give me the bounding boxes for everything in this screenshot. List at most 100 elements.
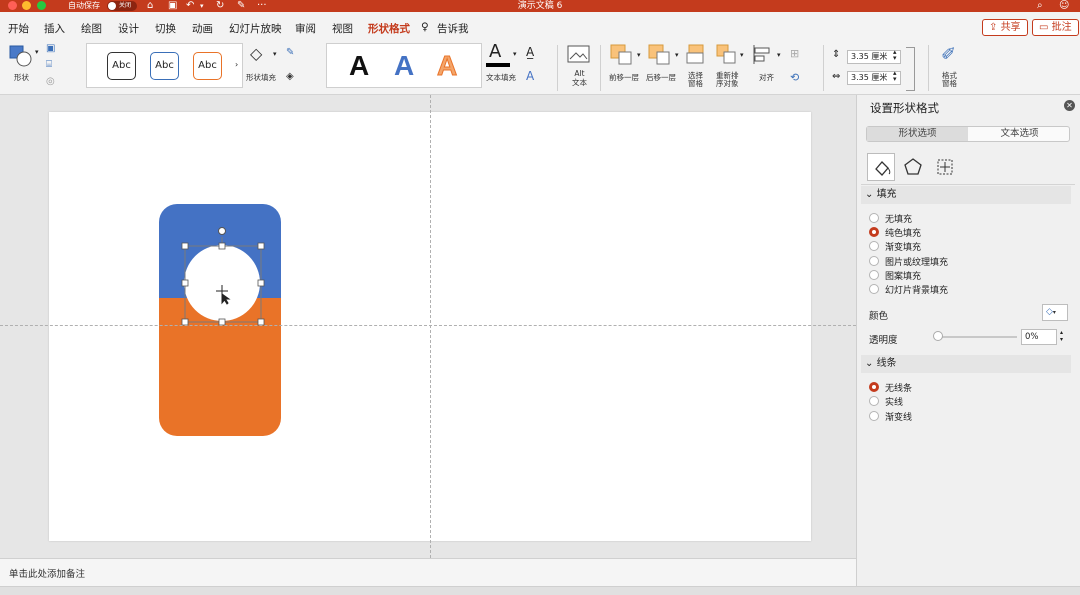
comment-button[interactable]: ▭ 批注	[1032, 19, 1079, 36]
account-icon[interactable]: ☺	[1059, 0, 1069, 12]
text-fill-label: 文本填充	[486, 73, 516, 82]
share-icon: ⇪	[989, 22, 1001, 33]
chevron-down-icon: ⌄	[865, 189, 877, 200]
text-fill-dropdown-icon[interactable]: ▾	[513, 50, 517, 58]
edit-shape-icon[interactable]: ⌸	[46, 59, 52, 70]
transparency-stepper[interactable]: ▴ ▾	[1060, 329, 1063, 343]
bring-forward-icon[interactable]	[610, 44, 634, 66]
ribbon-divider	[823, 45, 824, 91]
ribbon-divider	[557, 45, 558, 91]
text-effects-icon[interactable]: A	[526, 69, 534, 83]
alt-text-icon[interactable]	[567, 45, 591, 65]
height-stepper[interactable]: ▴ ▾	[893, 49, 897, 62]
gallery-more-icon[interactable]: ›	[235, 60, 238, 69]
rotation-handle	[218, 227, 226, 235]
shape-dropdown-icon[interactable]: ▾	[35, 48, 39, 56]
share-button[interactable]: ⇪ 共享	[982, 19, 1028, 36]
line-section-header[interactable]: ⌄ 线条	[861, 355, 1071, 373]
merge-shapes-icon[interactable]: ◎	[46, 76, 55, 87]
shape-styles-gallery[interactable]: Abc Abc Abc ›	[86, 43, 243, 88]
menu-bar: 开始 插入 绘图 设计 切换 动画 幻灯片放映 审阅 视图 形状格式 ♀ 告诉我…	[0, 12, 1080, 41]
send-backward-dropdown-icon[interactable]: ▾	[675, 51, 679, 59]
fill-section-header[interactable]: ⌄ 填充	[861, 186, 1071, 204]
wordart-style-3[interactable]: A	[436, 48, 457, 84]
white-circle-shape	[184, 245, 260, 321]
shape-outline-icon[interactable]: ✎	[286, 47, 294, 58]
horizontal-guide[interactable]	[0, 325, 856, 326]
search-icon[interactable]: ⌕	[1037, 0, 1043, 12]
bring-forward-label: 前移一层	[609, 73, 639, 82]
document-title: 演示文稿 6	[517, 1, 563, 11]
tab-review[interactable]: 审阅	[295, 21, 316, 36]
width-icon: ⇔	[832, 71, 841, 82]
shape-icon[interactable]	[9, 44, 33, 68]
wordart-style-2[interactable]: A	[394, 48, 414, 84]
tab-insert[interactable]: 插入	[44, 21, 65, 36]
ribbon-divider	[600, 45, 601, 91]
height-icon: ⇕	[832, 49, 841, 60]
pentagon-icon	[904, 158, 922, 175]
tab-text-options[interactable]: 文本选项	[969, 127, 1070, 141]
shape-style-2[interactable]: Abc	[150, 52, 179, 80]
lock-aspect-ratio-icon[interactable]	[906, 47, 915, 91]
align-label: 对齐	[759, 73, 774, 82]
rotate-icon[interactable]: ⟲	[790, 71, 799, 84]
transparency-slider-thumb[interactable]	[933, 331, 943, 341]
reorder-label: 重新排 序对象	[716, 71, 739, 88]
reorder-objects-icon[interactable]	[716, 44, 740, 66]
tab-shape-options[interactable]: 形状选项	[867, 127, 968, 141]
selection-pane-label: 选择 窗格	[688, 71, 703, 88]
selection-pane-icon[interactable]	[686, 44, 710, 66]
notes-placeholder[interactable]: 单击此处添加备注	[9, 566, 85, 580]
reorder-dropdown-icon[interactable]: ▾	[740, 51, 744, 59]
tab-home[interactable]: 开始	[8, 21, 29, 36]
shape-style-3[interactable]: Abc	[193, 52, 222, 80]
tab-transitions[interactable]: 切换	[155, 21, 176, 36]
text-outline-icon[interactable]: A̲	[526, 45, 534, 59]
size-properties-icon	[937, 159, 953, 175]
wordart-gallery[interactable]: A A A	[326, 43, 482, 88]
ribbon: 形状 ▾ ▣ ⌸ ◎ Abc Abc Abc › ◇ ▾ 形状填充 ✎ ◈ A …	[0, 39, 1080, 95]
tab-animations[interactable]: 动画	[192, 21, 213, 36]
effects-tab[interactable]	[899, 153, 927, 181]
tab-shape-format[interactable]: 形状格式	[368, 21, 410, 41]
notes-pane[interactable]: 单击此处添加备注	[0, 558, 856, 586]
vertical-guide[interactable]	[430, 95, 431, 558]
format-shape-pane: 设置形状格式 ✕ 形状选项 文本选项 ⌄ 填充 无填充 纯色填充 渐变填充 图片…	[856, 95, 1080, 586]
group-icon[interactable]: ⊞	[790, 47, 799, 60]
alt-text-label: Alt 文本	[572, 69, 587, 87]
text-fill-color-bar	[486, 63, 510, 67]
tell-me-search[interactable]: 告诉我	[437, 21, 469, 36]
size-properties-tab[interactable]	[931, 153, 959, 181]
bring-forward-dropdown-icon[interactable]: ▾	[637, 51, 641, 59]
fill-line-tab[interactable]	[867, 153, 895, 181]
fill-dropdown-icon[interactable]: ▾	[273, 50, 277, 58]
paint-bucket-icon	[875, 161, 891, 176]
send-backward-icon[interactable]	[648, 44, 672, 66]
slide-workspace[interactable]	[0, 95, 856, 558]
close-icon[interactable]: ✕	[1064, 100, 1075, 111]
width-stepper[interactable]: ▴ ▾	[893, 70, 897, 83]
paint-bucket-icon[interactable]: ◇	[250, 44, 262, 63]
shape-style-1[interactable]: Abc	[107, 52, 136, 80]
status-bar	[0, 586, 1080, 595]
comment-icon: ▭	[1039, 22, 1052, 33]
text-fill-icon[interactable]: A	[489, 42, 501, 62]
shape-effects-icon[interactable]: ◈	[286, 71, 294, 82]
format-pane-icon[interactable]: ✐	[941, 44, 956, 65]
align-icon[interactable]	[752, 44, 776, 66]
chevron-down-icon: ⌄	[865, 358, 877, 369]
tab-slideshow[interactable]: 幻灯片放映	[229, 21, 282, 36]
align-dropdown-icon[interactable]: ▾	[777, 51, 781, 59]
pane-tabs: 形状选项 文本选项	[866, 126, 1070, 142]
color-picker-button[interactable]: ◇▾	[1042, 304, 1068, 321]
text-box-icon[interactable]: ▣	[46, 43, 55, 54]
transparency-input[interactable]: 0%	[1021, 329, 1057, 345]
tab-view[interactable]: 视图	[332, 21, 353, 36]
tab-draw[interactable]: 绘图	[81, 21, 102, 36]
tab-design[interactable]: 设计	[118, 21, 139, 36]
wordart-style-1[interactable]: A	[349, 48, 369, 84]
paint-bucket-icon: ◇	[1046, 307, 1053, 317]
shape-label: 形状	[14, 73, 29, 82]
transparency-slider-track[interactable]	[937, 336, 1017, 338]
